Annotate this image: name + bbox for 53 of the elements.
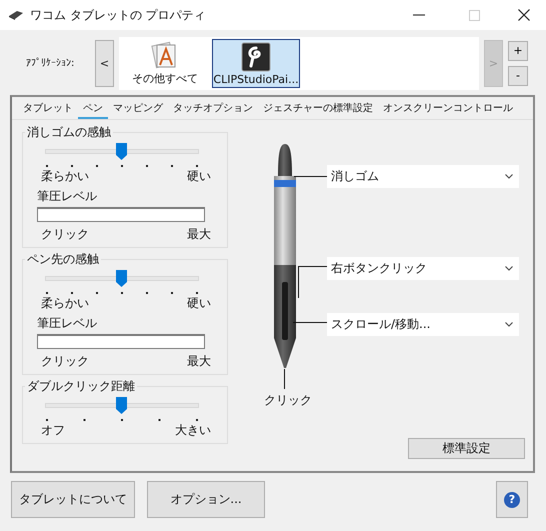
slider-min-label: 柔らかい: [41, 168, 89, 185]
group-title: 消しゴムの感触: [26, 124, 112, 141]
application-item[interactable]: CLIPStudioPai...: [212, 38, 300, 88]
tab[interactable]: タブレット: [18, 97, 78, 119]
meter-min-label: クリック: [41, 353, 89, 370]
dropdown[interactable]: スクロール/移動...: [327, 313, 519, 336]
pressure-label: 筆圧レベル: [37, 188, 98, 205]
footer-button[interactable]: タブレットについて: [11, 481, 135, 518]
slider-thumb[interactable]: [116, 270, 127, 287]
footer-button[interactable]: オプション...: [147, 481, 265, 518]
window-title: ワコム タブレットの プロパティ: [30, 6, 207, 24]
tab[interactable]: オンスクリーンコントロール: [378, 97, 518, 119]
meter-max-label: 最大: [187, 353, 211, 370]
meter-min-label: クリック: [41, 226, 89, 243]
pen-tip-label: クリック: [264, 392, 312, 409]
application-item[interactable]: その他すべて: [121, 38, 209, 88]
leader-line: [294, 176, 327, 177]
applications-label: ｱﾌﾟﾘｹｰｼｮﾝ:: [25, 57, 76, 69]
slider[interactable]: [45, 397, 199, 415]
leader-line: [284, 369, 285, 389]
slider[interactable]: [45, 270, 199, 288]
group-title: ダブルクリック距離: [26, 378, 136, 395]
scroll-left-button[interactable]: <: [95, 40, 114, 86]
tab[interactable]: ジェスチャーの標準設定: [258, 97, 378, 119]
chevron-icon: [505, 322, 513, 327]
close-icon[interactable]: [518, 9, 530, 21]
slider-min-label: オフ: [41, 422, 65, 439]
slider[interactable]: [45, 143, 199, 161]
tab[interactable]: タッチオプション: [168, 97, 258, 119]
dropdown[interactable]: 消しゴム: [327, 165, 519, 188]
tablet-icon: [8, 10, 24, 20]
remove-button[interactable]: -: [508, 66, 528, 86]
add-button[interactable]: +: [508, 40, 528, 60]
dropdown[interactable]: 右ボタンクリック: [327, 257, 519, 280]
leader-line: [293, 322, 327, 323]
minimize-icon[interactable]: [413, 14, 425, 16]
application-icon: [241, 42, 271, 72]
tab[interactable]: マッピング: [108, 97, 168, 119]
maximize-icon: [469, 10, 480, 20]
meter-max-label: 最大: [187, 226, 211, 243]
slider-min-label: 柔らかい: [41, 295, 89, 312]
slider-max-label: 硬い: [187, 168, 211, 185]
chevron-icon: [505, 266, 513, 271]
tab[interactable]: ペン: [78, 97, 108, 119]
group-title: ペン先の感触: [26, 251, 100, 268]
chevron-icon: [505, 174, 513, 179]
slider-max-label: 大きい: [175, 422, 211, 439]
default-button[interactable]: 標準設定: [408, 438, 525, 459]
slider-max-label: 硬い: [187, 295, 211, 312]
slider-thumb[interactable]: [116, 143, 127, 160]
pressure-label: 筆圧レベル: [37, 315, 98, 332]
slider-thumb[interactable]: [116, 397, 127, 414]
help-button[interactable]: ?: [496, 481, 528, 518]
